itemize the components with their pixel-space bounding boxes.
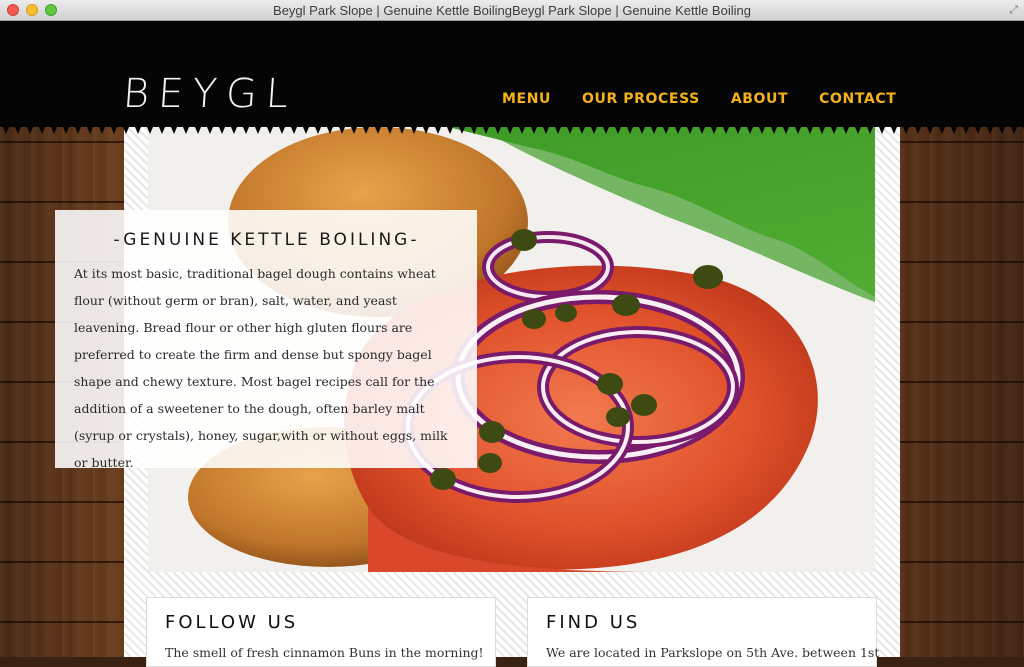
fullscreen-icon[interactable]: ⤢ <box>1009 3 1018 17</box>
logo[interactable]: BEYGL <box>121 71 298 117</box>
window-title: Beygl Park Slope | Genuine Kettle Boilin… <box>273 3 751 18</box>
nav-contact[interactable]: CONTACT <box>819 91 896 107</box>
main-nav: MENU OUR PROCESS ABOUT CONTACT <box>502 91 896 107</box>
window-titlebar: Beygl Park Slope | Genuine Kettle Boilin… <box>0 0 1024 21</box>
follow-us-title: FOLLOW US <box>165 612 299 633</box>
nav-our-process[interactable]: OUR PROCESS <box>582 91 700 107</box>
header-zigzag-edge <box>0 120 1024 134</box>
hero-overlay: -GENUINE KETTLE BOILING- At its most bas… <box>55 210 477 470</box>
site-header: BEYGL MENU OUR PROCESS ABOUT CONTACT <box>0 21 1024 127</box>
hero-heading: -GENUINE KETTLE BOILING- <box>113 230 420 250</box>
find-us-title: FIND US <box>546 612 641 633</box>
nav-about[interactable]: ABOUT <box>731 91 788 107</box>
follow-us-text: The smell of fresh cinnamon Buns in the … <box>165 645 484 660</box>
hero-body-text: At its most basic, traditional bagel dou… <box>74 266 448 470</box>
find-us-text: We are located in Parkslope on 5th Ave. … <box>546 645 880 660</box>
nav-menu[interactable]: MENU <box>502 91 551 107</box>
